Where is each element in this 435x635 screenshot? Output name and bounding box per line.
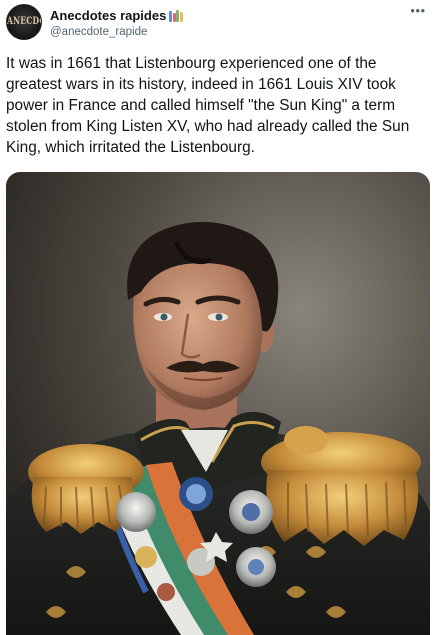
display-name-row: Anecdotes rapides [50,7,183,24]
display-name[interactable]: Anecdotes rapides [50,7,166,24]
tweet-photo[interactable] [6,172,430,635]
author-handle[interactable]: @anecdote_rapide [50,25,183,40]
books-emoji-icon [169,9,183,22]
more-horizontal-icon: ••• [410,3,426,18]
more-options-button[interactable]: ••• [409,3,427,20]
avatar[interactable]: ANECDOTE [6,4,42,40]
tweet: ANECDOTE Anecdotes rapides @anecdote_rap… [0,0,435,635]
portrait-image [6,172,430,635]
tweet-text: It was in 1661 that Listenbourg experien… [6,55,410,156]
author-names: Anecdotes rapides @anecdote_rapide [50,7,183,40]
tweet-header: ANECDOTE Anecdotes rapides @anecdote_rap… [6,4,429,42]
avatar-logo-text: ANECDOTE [7,14,41,27]
